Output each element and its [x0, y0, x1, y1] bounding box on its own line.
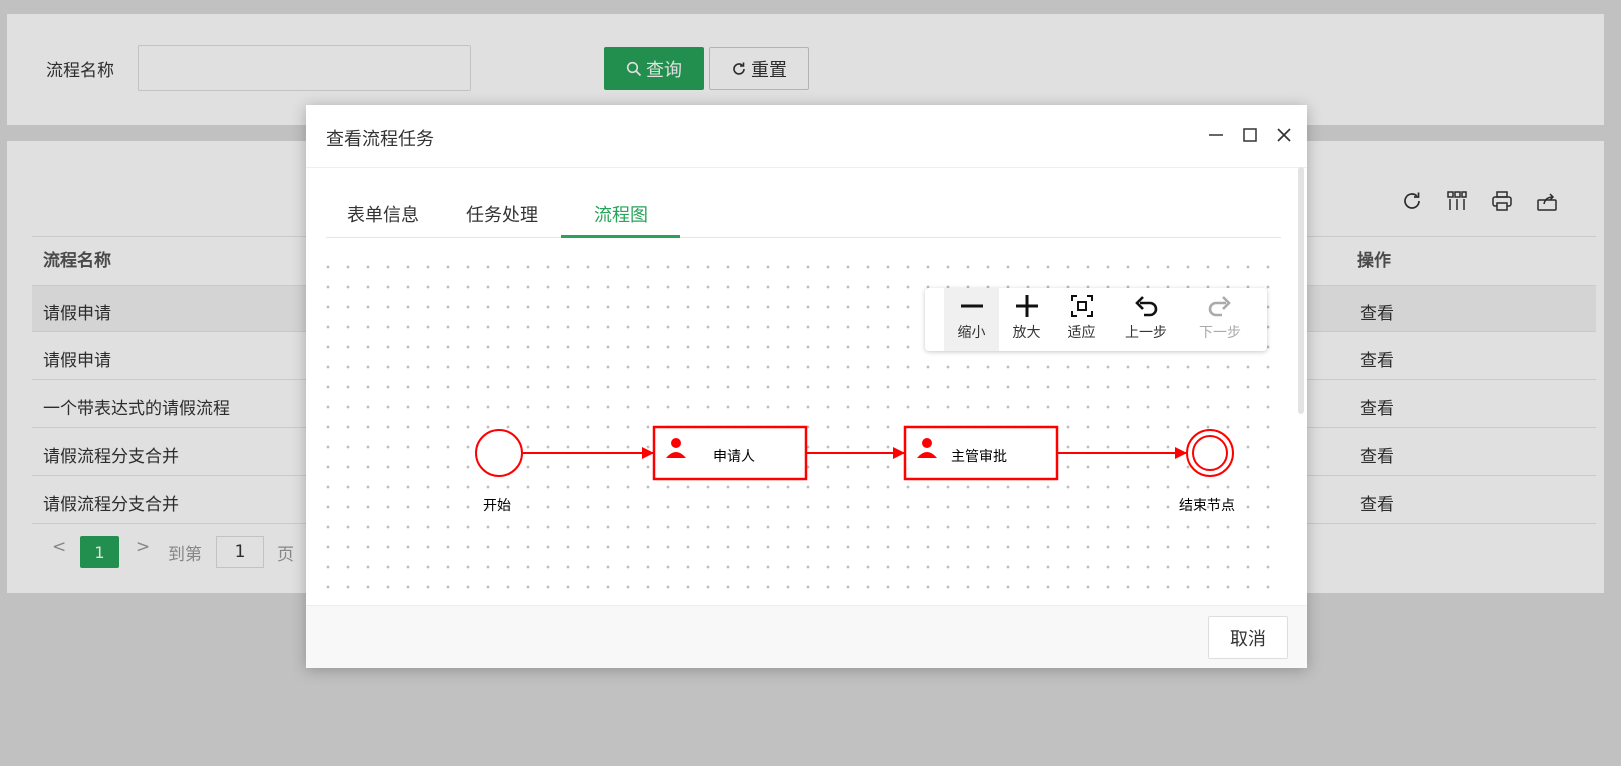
active-tab-indicator [561, 235, 680, 238]
close-icon[interactable] [1274, 125, 1294, 145]
fit-label: 适应 [1067, 325, 1096, 341]
zoom-in-button[interactable]: 放大 [999, 288, 1054, 351]
maximize-icon[interactable] [1240, 125, 1260, 145]
tab-task-handling[interactable]: 任务处理 [466, 201, 538, 227]
task-supervisor-label: 主管审批 [951, 449, 1007, 465]
zoom-in-icon [1013, 292, 1041, 320]
minimize-icon[interactable] [1206, 125, 1226, 145]
undo-icon [1132, 292, 1160, 320]
view-process-task-dialog: 查看流程任务 表单信息 任务处理 流程图 开始 申请人 主管审批 结束节点 缩小… [306, 105, 1307, 668]
dialog-title: 查看流程任务 [326, 129, 434, 150]
undo-button[interactable]: 上一步 [1109, 288, 1183, 351]
zoom-toolbar: 缩小 放大 适应 上一步 下一步 [925, 288, 1267, 351]
dialog-header-divider [306, 167, 1307, 168]
redo-icon [1206, 292, 1234, 320]
zoom-out-icon [958, 292, 986, 320]
zoom-in-label: 放大 [1012, 325, 1041, 341]
end-label: 结束节点 [1179, 498, 1235, 514]
tab-form-info[interactable]: 表单信息 [347, 201, 419, 227]
redo-label: 下一步 [1199, 325, 1241, 341]
fit-button[interactable]: 适应 [1054, 288, 1109, 351]
cancel-button[interactable]: 取消 [1208, 616, 1288, 659]
dialog-footer: 取消 [306, 605, 1307, 668]
start-event[interactable] [475, 429, 523, 477]
task-applicant-label: 申请人 [713, 449, 755, 465]
redo-button[interactable]: 下一步 [1183, 288, 1257, 351]
tabs-divider [326, 237, 1281, 238]
zoom-out-label: 缩小 [957, 325, 986, 341]
fit-icon [1068, 292, 1096, 320]
dialog-scrollbar[interactable] [1298, 167, 1304, 414]
undo-label: 上一步 [1125, 325, 1167, 341]
start-label: 开始 [483, 498, 511, 514]
zoom-out-button[interactable]: 缩小 [944, 288, 999, 351]
tab-flow-chart[interactable]: 流程图 [594, 201, 648, 227]
